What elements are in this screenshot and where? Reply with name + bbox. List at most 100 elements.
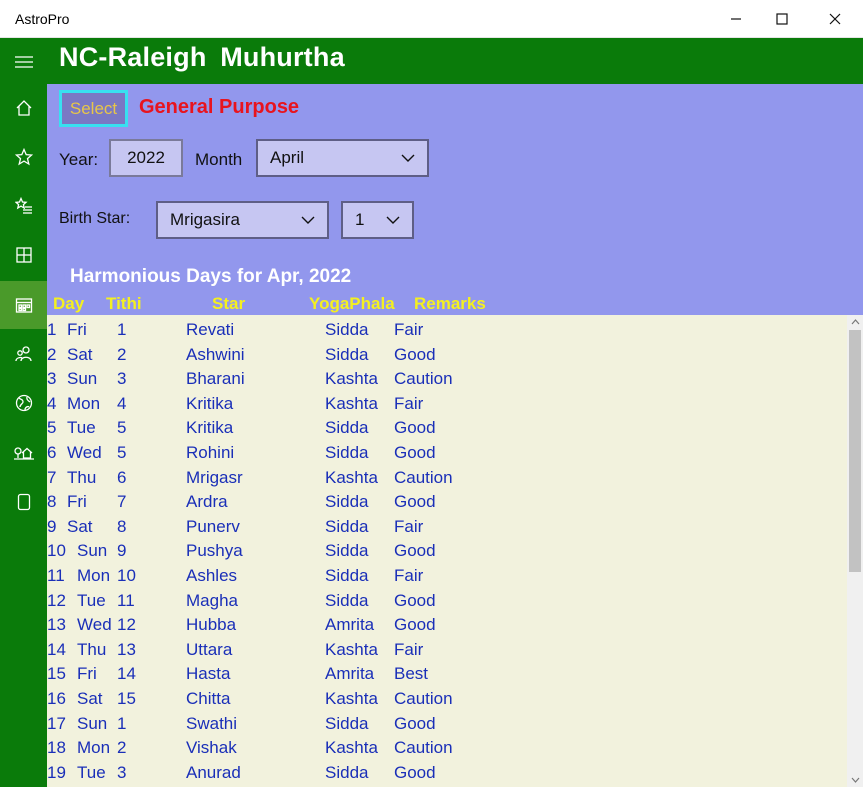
chevron-down-icon — [301, 216, 315, 224]
month-dropdown-value: April — [270, 148, 305, 167]
remarks-cell: Caution — [394, 467, 453, 487]
chevron-down-icon — [851, 777, 859, 783]
table-row[interactable]: 6 Wed 5 Rohini Sidda Good — [47, 441, 847, 466]
nav-people[interactable] — [0, 330, 47, 378]
tithi-cell: 8 — [117, 516, 127, 536]
remarks-cell: Good — [394, 762, 436, 782]
nav-tablet[interactable] — [0, 478, 47, 526]
remarks-cell: Fair — [394, 320, 424, 339]
tithi-cell: 12 — [117, 615, 136, 635]
nav-grid[interactable] — [0, 231, 47, 279]
table-row[interactable]: 10 Sun 9 Pushya Sidda Good — [47, 539, 847, 564]
tithi-cell: 5 — [117, 443, 127, 462]
star-cell: Hubba — [186, 615, 237, 635]
maximize-icon — [776, 13, 788, 25]
weekday-cell: Fri — [67, 492, 87, 512]
table-row[interactable]: 19 Tue 3 Anurad Sidda Good — [47, 761, 847, 786]
yogaphala-cell: Sidda — [325, 443, 369, 462]
scroll-thumb[interactable] — [849, 330, 861, 572]
nav-house-tree[interactable] — [0, 428, 47, 476]
table-row[interactable]: 2 Sat 2 Ashwini Sidda Good — [47, 343, 847, 368]
maximize-button[interactable] — [759, 0, 805, 38]
star-cell: Uttara — [186, 639, 233, 659]
yogaphala-cell: Amrita — [325, 664, 375, 684]
table-row[interactable]: 14 Thu 13 Uttara Kashta Fair — [47, 638, 847, 663]
minimize-button[interactable] — [713, 0, 759, 38]
yogaphala-cell: Kashta — [325, 467, 378, 487]
harmonious-days-list[interactable]: 1 Fri 1 Revati Sidda Fair 2 Sat 2 Ashwini Sidda Goo… — [47, 315, 847, 787]
scroll-down-button[interactable] — [847, 773, 863, 787]
nav-globe[interactable] — [0, 379, 47, 427]
table-row[interactable]: 5 Tue 5 Kritika Sidda Good — [47, 416, 847, 441]
yogaphala-cell: Sidda — [325, 516, 369, 536]
day-cell: 13 — [47, 615, 66, 635]
star-cell: Bharani — [186, 369, 245, 389]
weekday-cell: Sat — [67, 344, 93, 364]
pada-dropdown[interactable]: 1 — [341, 201, 414, 239]
purpose-label: General Purpose — [139, 96, 300, 118]
table-row[interactable]: 4 Mon 4 Kritika Kashta Fair — [47, 392, 847, 417]
column-header-remarks: Remarks — [414, 294, 486, 313]
weekday-cell: Wed — [67, 443, 102, 462]
weekday-cell: Sat — [67, 516, 93, 536]
day-cell: 1 — [47, 320, 57, 339]
nav-favorites[interactable] — [0, 133, 47, 181]
star-cell: Ashles — [186, 566, 238, 585]
table-row[interactable]: 15 Fri 14 Hasta Amrita Best — [47, 662, 847, 687]
day-cell: 4 — [47, 393, 57, 413]
home-icon — [16, 100, 31, 116]
yogaphala-cell: Sidda — [325, 541, 369, 561]
table-row[interactable]: 13 Wed 12 Hubba Amrita Good — [47, 613, 847, 638]
list-scrollbar[interactable] — [847, 315, 863, 787]
table-row[interactable]: 8 Fri 7 Ardra Sidda Good — [47, 490, 847, 515]
tithi-cell: 1 — [117, 320, 127, 339]
star-cell: Anurad — [186, 762, 241, 782]
menu-icon — [14, 56, 33, 68]
table-row[interactable]: 3 Sun 3 Bharani Kashta Caution — [47, 367, 847, 392]
table-row[interactable]: 1 Fri 1 Revati Sidda Fair — [47, 318, 847, 343]
options-panel: Select General Purpose Year: 2022 Month … — [47, 84, 863, 315]
weekday-cell: Sun — [77, 713, 108, 733]
weekday-cell: Mon — [77, 738, 111, 758]
close-button[interactable] — [812, 0, 858, 38]
weekday-cell: Mon — [77, 566, 111, 585]
nav-starred-list[interactable] — [0, 182, 47, 230]
weekday-cell: Sun — [67, 369, 98, 389]
remarks-cell: Fair — [394, 566, 424, 585]
page-header: NC-Raleigh Muhurtha — [47, 38, 863, 84]
day-cell: 10 — [47, 541, 66, 561]
table-row[interactable]: 18 Mon 2 Vishak Kashta Caution — [47, 736, 847, 761]
tithi-cell: 3 — [117, 762, 127, 782]
yogaphala-cell: Sidda — [325, 492, 369, 512]
star-cell: Vishak — [186, 738, 237, 758]
remarks-cell: Caution — [394, 369, 453, 389]
weekday-cell: Wed — [77, 615, 112, 635]
star-cell: Mrigasr — [186, 467, 243, 487]
year-input[interactable]: 2022 — [109, 139, 183, 177]
birth-star-dropdown[interactable]: Mrigasira — [156, 201, 329, 239]
nav-calendar[interactable] — [0, 281, 47, 329]
day-cell: 5 — [47, 418, 57, 438]
scroll-up-button[interactable] — [847, 315, 863, 329]
tithi-cell: 7 — [117, 492, 127, 512]
month-dropdown[interactable]: April — [256, 139, 429, 177]
table-row[interactable]: 11 Mon 10 Ashles Sidda Fair — [47, 564, 847, 589]
starred-list-icon — [14, 197, 32, 214]
table-row[interactable]: 9 Sat 8 Punerv Sidda Fair — [47, 515, 847, 540]
star-icon — [14, 148, 33, 166]
table-row[interactable]: 17 Sun 1 Swathi Sidda Good — [47, 712, 847, 737]
star-cell: Magha — [186, 590, 238, 610]
nav-home[interactable] — [0, 84, 47, 132]
table-row[interactable]: 7 Thu 6 Mrigasr Kashta Caution — [47, 466, 847, 491]
house-tree-icon — [13, 447, 34, 460]
weekday-cell: Mon — [67, 393, 101, 413]
table-row[interactable]: 12 Tue 11 Magha Sidda Good — [47, 589, 847, 614]
table-row[interactable]: 16 Sat 15 Chitta Kashta Caution — [47, 687, 847, 712]
star-cell: Ardra — [186, 492, 228, 512]
star-cell: Rohini — [186, 443, 235, 462]
nav-menu-button[interactable] — [0, 38, 47, 86]
select-button[interactable]: Select — [59, 90, 128, 127]
birth-star-label: Birth Star: — [59, 210, 131, 227]
chevron-up-icon — [851, 319, 859, 325]
remarks-cell: Fair — [394, 639, 424, 659]
